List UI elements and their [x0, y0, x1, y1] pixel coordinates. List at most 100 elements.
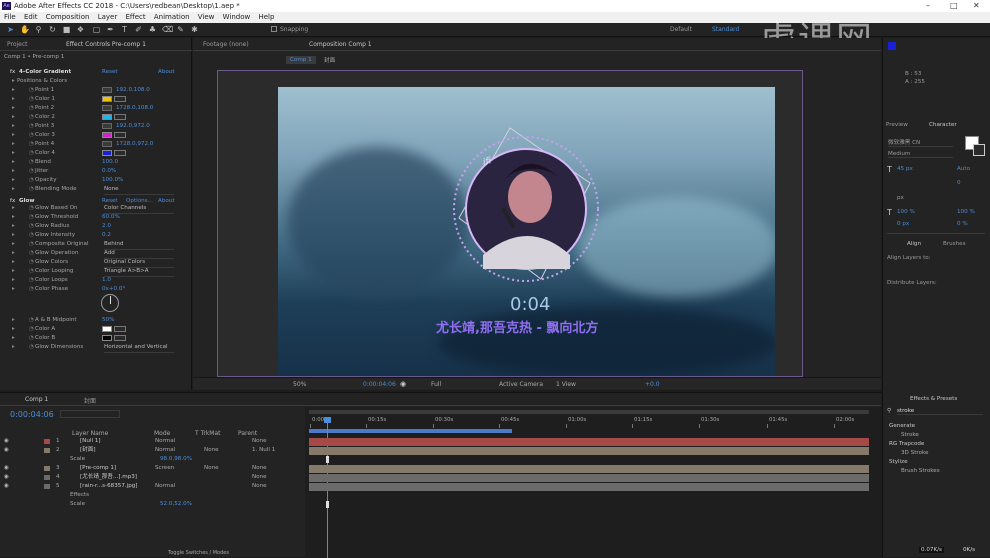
stopwatch-icon[interactable]: ◔ [29, 176, 34, 185]
layer-trkmat-dropdown[interactable]: None [204, 464, 219, 473]
stopwatch-icon[interactable]: ◔ [29, 95, 34, 104]
point-crosshair-icon[interactable] [102, 105, 112, 111]
leading-value[interactable]: Auto [957, 166, 970, 172]
expand-toggle-icon[interactable]: ▸ [12, 222, 15, 231]
rotate-tool-icon[interactable]: ↻ [48, 25, 57, 34]
layer-duration-bar[interactable] [309, 447, 869, 455]
expand-toggle-icon[interactable]: ▸ [12, 77, 15, 86]
work-area-bar[interactable] [309, 410, 869, 414]
font-style-dropdown[interactable]: Medium [888, 151, 953, 158]
pen-tool-icon[interactable]: ✒ [106, 25, 115, 34]
property-value[interactable]: 1.0 [102, 276, 111, 285]
effect-property-row[interactable]: ▸ ◔ Color A [0, 325, 190, 334]
effect-property-row[interactable]: ▸ ◔ Jitter 0.0% [0, 167, 190, 176]
layer-duration-bar[interactable] [309, 438, 869, 446]
close-icon[interactable]: ✕ [973, 0, 980, 12]
font-family-dropdown[interactable]: 微软雅黑 CN [888, 138, 953, 147]
layer-mode-dropdown[interactable]: Normal [155, 482, 175, 491]
color-swatch[interactable] [102, 150, 112, 156]
roto-brush-tool-icon[interactable]: ✎ [176, 25, 185, 34]
stopwatch-icon[interactable]: ◔ [29, 149, 34, 158]
kerning-value[interactable]: px [897, 195, 904, 201]
keyframe-marker[interactable] [326, 501, 329, 508]
effect-header[interactable]: fx 4-Color Gradient Reset About [0, 68, 190, 77]
tab-effect-controls[interactable]: Effect Controls Pre-comp 1 [66, 41, 146, 48]
stopwatch-icon[interactable]: ◔ [29, 86, 34, 95]
color-swatch[interactable] [102, 335, 112, 341]
property-value[interactable]: 100.0% [102, 176, 123, 185]
effect-property-row[interactable]: ▸ ◔ Glow Based On Color Channels [0, 204, 190, 214]
layer-duration-bar[interactable] [309, 465, 869, 473]
pan-behind-tool-icon[interactable]: ❖ [76, 25, 85, 34]
tab-effects-presets[interactable]: Effects & Presets [910, 396, 957, 402]
layer-property-value[interactable]: 52.0,52.0% [160, 500, 192, 509]
tab-composition[interactable]: Composition Comp 1 [309, 41, 372, 48]
menu-view[interactable]: View [198, 13, 215, 21]
effect-property-row[interactable]: ▸ ◔ Color B [0, 334, 190, 343]
layer-name[interactable]: [rain-r...s-68357.jpg] [80, 482, 138, 491]
expand-toggle-icon[interactable]: ▸ [12, 267, 15, 276]
menu-window[interactable]: Window [223, 13, 251, 21]
layer-label-color[interactable] [44, 439, 50, 444]
stopwatch-icon[interactable]: ◔ [29, 276, 34, 285]
composition-canvas[interactable]: ifi 0:04 尤长靖,那吾克热 - 飘向北方 [278, 87, 775, 376]
effect-property-row[interactable]: ▸ ◔ Point 3 192.0,972.0 [0, 122, 190, 131]
timeline-tab-comp1[interactable]: Comp 1 [25, 396, 48, 403]
effect-property-row[interactable]: ▸ ◔ Color 4 [0, 149, 190, 158]
stopwatch-icon[interactable]: ◔ [29, 249, 34, 258]
stopwatch-icon[interactable]: ◔ [29, 104, 34, 113]
property-value[interactable]: 0.0% [102, 167, 116, 176]
color-swatch[interactable] [102, 326, 112, 332]
effect-property-row[interactable]: ▸ ◔ Opacity 100.0% [0, 176, 190, 185]
color-swatch[interactable] [102, 96, 112, 102]
layer-parent-dropdown[interactable]: None [252, 464, 267, 473]
layer-property-row[interactable]: Scale 98.0,98.0% [0, 455, 305, 464]
eyedropper-icon[interactable] [114, 326, 126, 332]
expand-toggle-icon[interactable]: ▸ [12, 213, 15, 222]
work-area-range[interactable] [309, 429, 512, 433]
color-swatch[interactable] [102, 114, 112, 120]
property-value[interactable]: 192.0,972.0 [116, 122, 150, 131]
property-value[interactable]: 60.0% [102, 213, 120, 222]
baseline-value[interactable]: 0 px [897, 221, 909, 227]
layer-name[interactable]: [封面] [80, 446, 96, 455]
expand-toggle-icon[interactable]: ▸ [12, 334, 15, 343]
brush-tool-icon[interactable]: ✐ [134, 25, 143, 34]
property-value[interactable]: 0x+0.0° [102, 285, 125, 294]
expand-toggle-icon[interactable]: ▸ [12, 140, 15, 149]
eyedropper-icon[interactable] [114, 114, 126, 120]
layer-row[interactable]: ◉ 4 [尤长靖_那吾...].mp3] None [0, 473, 305, 482]
puppet-pin-tool-icon[interactable]: ✱ [190, 25, 199, 34]
layer-row[interactable]: ◉ 1 [Null 1] Normal None [0, 437, 305, 446]
effect-property-row[interactable]: ▸ ◔ Color Phase 0x+0.0° [0, 285, 190, 294]
expand-toggle-icon[interactable]: ▸ [12, 249, 15, 258]
stroke-color-swatch[interactable] [973, 144, 985, 156]
stopwatch-icon[interactable]: ◔ [29, 113, 34, 122]
expand-toggle-icon[interactable]: ▸ [12, 104, 15, 113]
stopwatch-icon[interactable]: ◔ [29, 240, 34, 249]
effect-property-row[interactable]: ▸ Positions & Colors [0, 77, 190, 86]
stopwatch-icon[interactable]: ◔ [29, 185, 34, 194]
stopwatch-icon[interactable]: ◔ [29, 158, 34, 167]
stopwatch-icon[interactable]: ◔ [29, 334, 34, 343]
effect-property-row[interactable]: ▸ ◔ Color 1 [0, 95, 190, 104]
effect-property-row[interactable]: ▸ ◔ Color 2 [0, 113, 190, 122]
effect-property-row[interactable]: ▸ ◔ Point 1 192.0,108.0 [0, 86, 190, 95]
effect-preset-category[interactable]: Generate [889, 423, 915, 429]
property-value[interactable]: 50% [102, 316, 114, 325]
expand-toggle-icon[interactable]: ▸ [12, 258, 15, 267]
effect-property-row[interactable]: ▸ ◔ Blending Mode None [0, 185, 190, 195]
type-tool-icon[interactable]: T [120, 25, 129, 34]
layer-row[interactable]: ◉ 5 [rain-r...s-68357.jpg] Normal None [0, 482, 305, 491]
effect-about-link[interactable]: About [158, 68, 175, 77]
clone-stamp-tool-icon[interactable]: ♣ [148, 25, 157, 34]
property-value[interactable]: 1728.0,972.0 [116, 140, 153, 149]
stopwatch-icon[interactable]: ◔ [29, 140, 34, 149]
stopwatch-icon[interactable]: ◔ [29, 231, 34, 240]
tab-project[interactable]: Project [7, 41, 28, 48]
stopwatch-icon[interactable]: ◔ [29, 204, 34, 213]
effect-preset-item[interactable]: Brush Strokes [901, 468, 940, 474]
layer-row[interactable]: ◉ 2 [封面] Normal None 1. Null 1 [0, 446, 305, 455]
property-dropdown[interactable]: None [104, 185, 174, 195]
hand-tool-icon[interactable]: ✋ [20, 25, 30, 34]
